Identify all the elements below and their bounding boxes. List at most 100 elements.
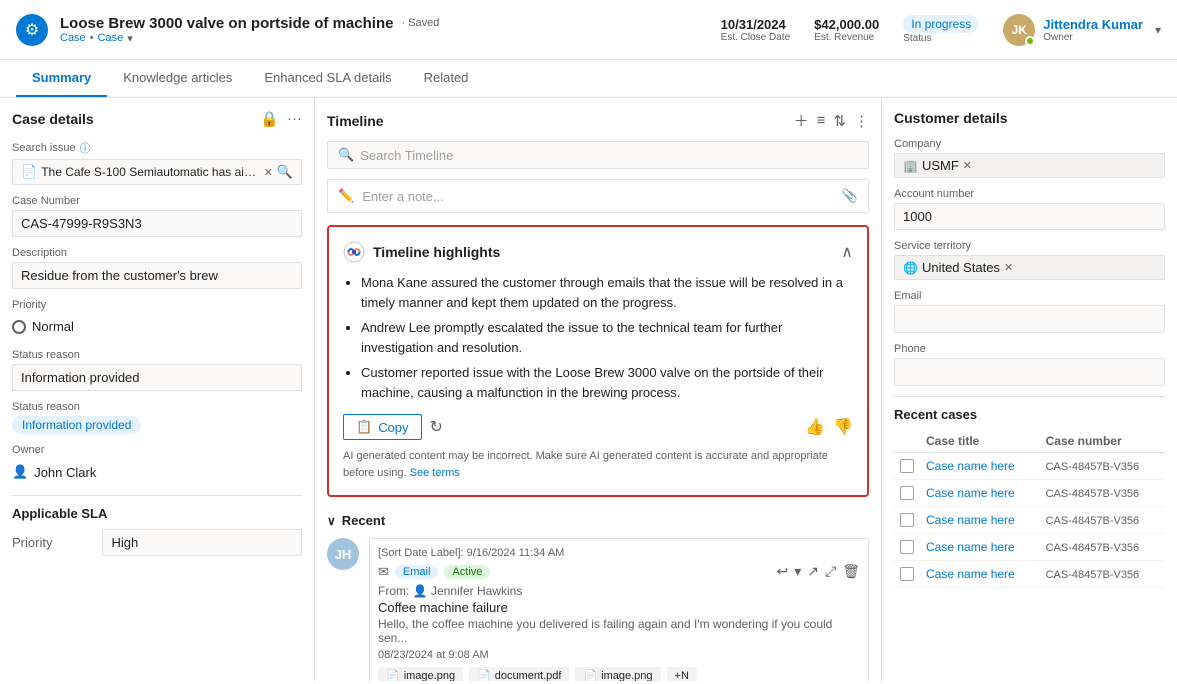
status-reason-label2: Status reason	[12, 401, 302, 413]
filter-timeline-icon[interactable]: ≡	[817, 112, 826, 129]
highlights-header: Timeline highlights ∧	[343, 241, 853, 263]
lock-icon[interactable]: 🔒	[260, 110, 279, 128]
copilot-icon	[343, 241, 365, 263]
timeline-email-item: JH [Sort Date Label]: 9/16/2024 11:34 AM…	[327, 538, 869, 681]
breadcrumb-case2[interactable]: Case	[98, 32, 124, 44]
case-title-header[interactable]: Case title	[920, 430, 1040, 453]
main-layout: Case details 🔒 ··· Search issue ⓘ 📄 The …	[0, 98, 1177, 681]
case-title-text: Loose Brew 3000 valve on portside of mac…	[60, 15, 393, 32]
attachments: 📄 image.png 📄 document.pdf 📄 image.png +…	[378, 667, 860, 681]
case-name-3[interactable]: Case name here	[926, 540, 1015, 554]
cases-table-header: Case title Case number	[894, 430, 1165, 453]
sla-title: Applicable SLA	[12, 506, 302, 521]
tab-related[interactable]: Related	[408, 60, 485, 97]
search-icon[interactable]: 🔍	[277, 164, 293, 180]
right-section-divider	[894, 396, 1165, 397]
email-actions: ↩ ▾ ↗ ⤢ 🗑	[777, 563, 860, 580]
forward-icon[interactable]: ↗	[807, 563, 819, 580]
thumbs-down-icon[interactable]: 👎	[833, 417, 853, 437]
customer-details-title: Customer details	[894, 110, 1165, 126]
saved-badge: · Saved	[401, 17, 439, 29]
service-territory-field: Service territory 🌐 United States ✕	[894, 240, 1165, 280]
copy-button[interactable]: 📋 Copy	[343, 414, 422, 440]
priority-value: Normal	[32, 319, 74, 334]
search-issue-input[interactable]: 📄 The Cafe S-100 Semiautomatic has air b…	[12, 159, 302, 185]
note-input-row[interactable]: ✏️ Enter a note... 📎	[327, 179, 869, 213]
case-name-2[interactable]: Case name here	[926, 513, 1015, 527]
clear-company-icon[interactable]: ✕	[963, 159, 972, 172]
clear-search-icon[interactable]: ✕	[264, 166, 273, 179]
chevron-down-icon[interactable]: ▾	[1155, 23, 1161, 37]
collapse-highlights-icon[interactable]: ∧	[841, 242, 853, 262]
status-reason-value1: Information provided	[12, 364, 302, 391]
sort-timeline-icon[interactable]: ⇅	[833, 112, 846, 130]
feedback-icons: 👍 👎	[805, 417, 853, 437]
owner-row: 👤 John Clark	[12, 459, 302, 485]
case-checkbox-3[interactable]	[900, 540, 914, 554]
reply-icon[interactable]: ↩	[777, 563, 789, 580]
service-territory-value: United States	[922, 260, 1000, 275]
more-timeline-icon[interactable]: ⋮	[854, 112, 869, 130]
tab-knowledge[interactable]: Knowledge articles	[107, 60, 248, 97]
person-icon: 👤	[12, 464, 28, 480]
attachment-more[interactable]: +N	[667, 667, 697, 681]
case-checkbox-0[interactable]	[900, 459, 914, 473]
delete-icon[interactable]: 🗑	[842, 563, 860, 580]
add-timeline-icon[interactable]: ＋	[794, 110, 809, 131]
breadcrumb-case1[interactable]: Case	[60, 32, 86, 44]
thumbs-up-icon[interactable]: 👍	[805, 417, 825, 437]
avatar-initials: JK	[1012, 23, 1027, 37]
pencil-icon: ✏️	[338, 188, 354, 204]
service-territory-label: Service territory	[894, 240, 1165, 252]
clear-territory-icon[interactable]: ✕	[1004, 261, 1013, 274]
case-number-4: CAS-48457B-V356	[1046, 569, 1140, 581]
email-sort-date: [Sort Date Label]: 9/16/2024 11:34 AM	[378, 547, 860, 559]
tab-sla[interactable]: Enhanced SLA details	[248, 60, 407, 97]
case-name-1[interactable]: Case name here	[926, 486, 1015, 500]
search-issue-label: Search issue ⓘ	[12, 140, 302, 156]
breadcrumb-chevron[interactable]: ▾	[127, 32, 133, 45]
case-name-0[interactable]: Case name here	[926, 459, 1015, 473]
service-territory-tag: 🌐 United States ✕	[894, 255, 1165, 280]
case-name-4[interactable]: Case name here	[926, 567, 1015, 581]
phone-field: Phone	[894, 343, 1165, 386]
refresh-icon[interactable]: ↻	[430, 417, 443, 437]
recent-chevron-icon: ∨	[327, 514, 336, 528]
owner-name: Jittendra Kumar	[1043, 17, 1143, 32]
highlight-item-1: Mona Kane assured the customer through e…	[361, 273, 853, 312]
timeline-actions: ＋ ≡ ⇅ ⋮	[794, 110, 869, 131]
priority-radio[interactable]: Normal	[12, 314, 302, 339]
tab-summary[interactable]: Summary	[16, 60, 107, 97]
owner-section[interactable]: JK Jittendra Kumar Owner ▾	[1003, 14, 1161, 46]
attachment-1[interactable]: 📄 image.png	[378, 667, 463, 681]
company-icon: 🏢	[903, 159, 918, 173]
case-checkbox-4[interactable]	[900, 567, 914, 581]
timeline-highlights-box: Timeline highlights ∧ Mona Kane assured …	[327, 225, 869, 497]
avatar: JK	[1003, 14, 1035, 46]
description-label: Description	[12, 247, 302, 259]
case-number-header[interactable]: Case number	[1040, 430, 1165, 453]
case-checkbox-1[interactable]	[900, 486, 914, 500]
file-icon-2: 📄	[477, 669, 491, 681]
attachment-3[interactable]: 📄 image.png	[575, 667, 660, 681]
company-tag: 🏢 USMF ✕	[894, 153, 1165, 178]
email-icon: ✉	[378, 564, 389, 580]
highlight-item-2: Andrew Lee promptly escalated the issue …	[361, 318, 853, 357]
attach-icon[interactable]: 📎	[842, 188, 858, 204]
reply-dropdown-icon[interactable]: ▾	[794, 563, 801, 580]
see-terms-link[interactable]: See terms	[410, 467, 460, 479]
priority-field: Priority Normal	[12, 299, 302, 339]
table-row: Case name here CAS-48457B-V356	[894, 507, 1165, 534]
case-checkbox-2[interactable]	[900, 513, 914, 527]
recent-header[interactable]: ∨ Recent	[327, 513, 869, 528]
revenue-value: $42,000.00	[814, 17, 879, 32]
external-link-icon[interactable]: ⤢	[825, 563, 836, 580]
attachment-2[interactable]: 📄 document.pdf	[469, 667, 569, 681]
attachment-name-2: document.pdf	[495, 670, 562, 682]
case-number-field: Case Number CAS-47999-R9S3N3	[12, 195, 302, 237]
email-value[interactable]	[894, 305, 1165, 333]
top-header: ⚙ Loose Brew 3000 valve on portside of m…	[0, 0, 1177, 60]
more-options-icon[interactable]: ···	[287, 110, 302, 128]
phone-value[interactable]	[894, 358, 1165, 386]
timeline-search-bar[interactable]: 🔍 Search Timeline	[327, 141, 869, 169]
